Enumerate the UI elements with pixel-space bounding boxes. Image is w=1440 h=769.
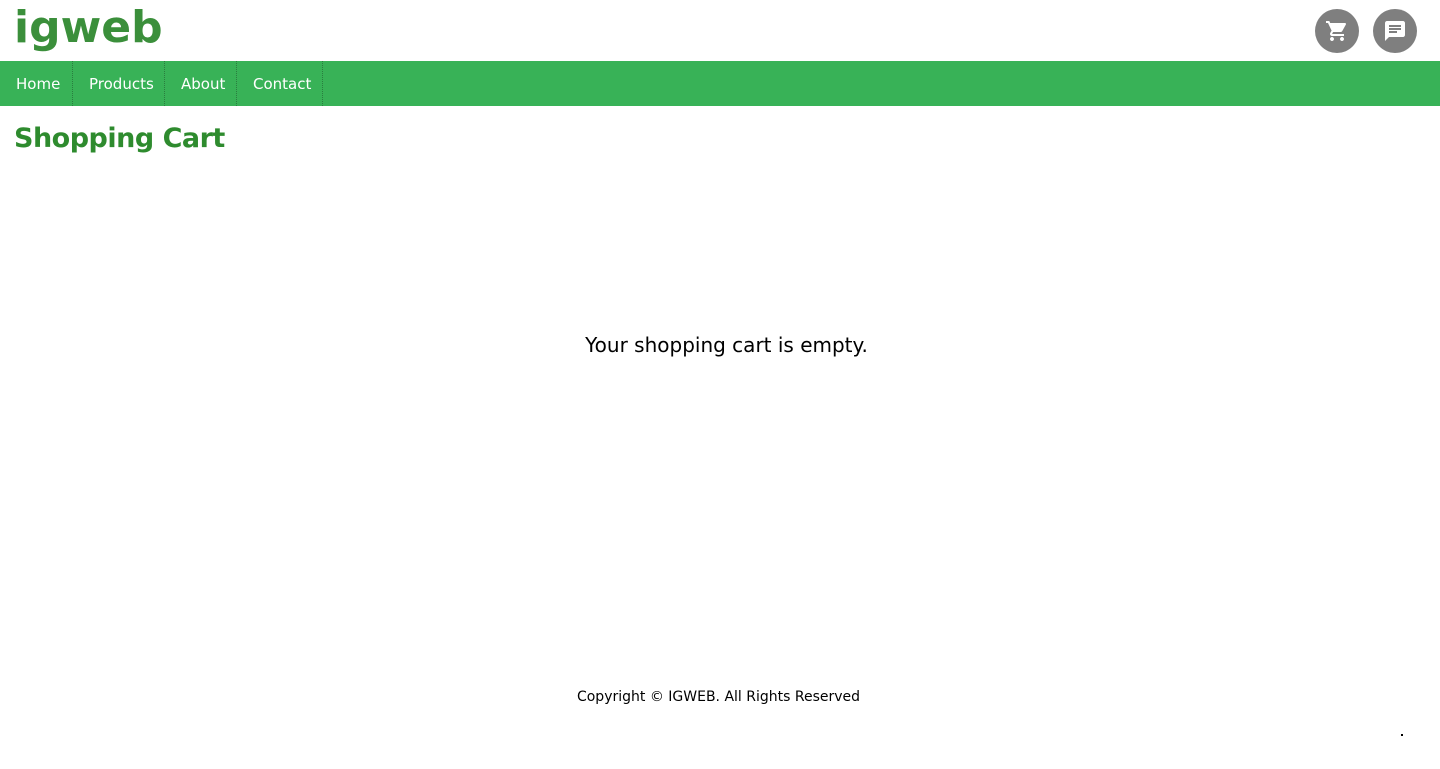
nav-item-contact[interactable]: Contact [237,61,323,106]
chat-bubble-icon [1385,21,1405,41]
chat-button[interactable] [1373,9,1417,53]
nav-item-label: Contact [253,74,312,93]
empty-cart-message: Your shopping cart is empty. [585,333,868,357]
nav-item-label: About [181,74,226,93]
nav-item-label: Products [89,74,154,93]
nav-item-home[interactable]: Home [0,61,73,106]
main-nav: Home Products About Contact [0,61,1440,106]
shopping-cart-icon [1326,21,1347,41]
page-title: Shopping Cart [14,123,225,154]
stray-dot [1401,734,1403,736]
site-logo[interactable]: igweb [14,0,163,58]
copyright-text: Copyright © IGWEB. All Rights Reserved [576,689,861,705]
site-header: igweb [0,0,1440,61]
shopping-cart-button[interactable] [1315,9,1359,53]
nav-item-label: Home [16,74,61,93]
page: igweb Home Products About Contact Shoppi… [0,0,1440,769]
site-footer: Copyright © IGWEB. All Rights Reserved [0,686,1437,708]
nav-item-products[interactable]: Products [73,61,165,106]
nav-item-about[interactable]: About [165,61,237,106]
